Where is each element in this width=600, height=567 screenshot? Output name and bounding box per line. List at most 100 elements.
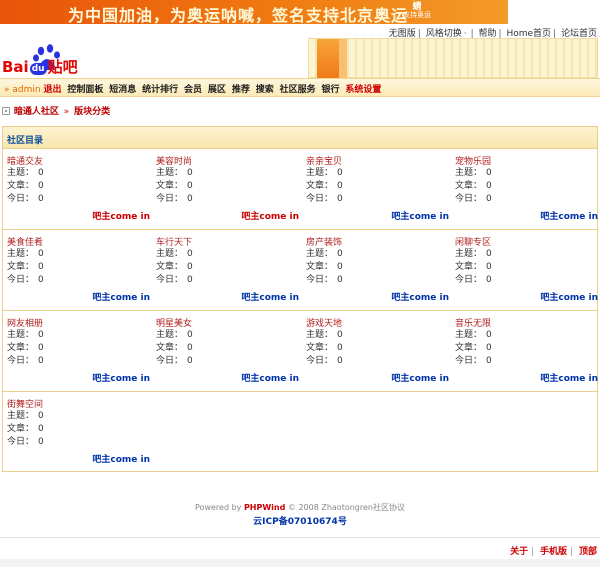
- articles-label: 文章：: [306, 262, 334, 272]
- topics-label: 主题：: [306, 330, 334, 340]
- forum-name-link[interactable]: 明星美女: [156, 316, 306, 329]
- menu-gallery[interactable]: 展区: [208, 85, 226, 95]
- topics-label: 主题：: [156, 168, 184, 178]
- forum-name-link[interactable]: 网友相册: [7, 316, 157, 329]
- menu-control-panel[interactable]: 控制面板: [67, 85, 103, 95]
- forum-cell: 车行天下 主题： 0 文章： 0 今日： 0 吧主come in: [156, 235, 306, 311]
- articles-value: 0: [187, 262, 193, 272]
- topics-label: 主题：: [306, 249, 334, 259]
- forum-today: 今日： 0: [455, 355, 600, 368]
- forum-cell: 美容时尚 主题： 0 文章： 0 今日： 0 吧主come in: [156, 154, 306, 230]
- menu-messages[interactable]: 短消息: [109, 85, 136, 95]
- topics-value: 0: [38, 168, 44, 178]
- master-come-in-link[interactable]: 吧主come in: [241, 371, 299, 384]
- today-value: 0: [187, 356, 193, 366]
- footer-mobile-link[interactable]: 手机版: [540, 547, 567, 557]
- articles-label: 文章：: [7, 262, 35, 272]
- forum-articles: 文章： 0: [7, 423, 157, 436]
- forum-topics: 主题： 0: [156, 167, 306, 180]
- powered-brand-link[interactable]: PHPWind: [244, 503, 285, 512]
- today-value: 0: [38, 275, 44, 285]
- forum-name-link[interactable]: 美容时尚: [156, 154, 306, 167]
- today-value: 0: [486, 356, 492, 366]
- topics-value: 0: [486, 168, 492, 178]
- articles-label: 文章：: [455, 343, 483, 353]
- forum-cell: 房产装饰 主题： 0 文章： 0 今日： 0 吧主come in: [306, 235, 456, 311]
- today-value: 0: [38, 194, 44, 204]
- forum-today: 今日： 0: [306, 355, 456, 368]
- today-label: 今日：: [156, 275, 184, 285]
- master-come-in-link[interactable]: 吧主come in: [391, 209, 449, 222]
- today-label: 今日：: [306, 275, 334, 285]
- breadcrumb-site[interactable]: 暗通人社区: [14, 107, 59, 117]
- forum-cell: 美食佳肴 主题： 0 文章： 0 今日： 0 吧主come in: [7, 235, 157, 311]
- articles-value: 0: [38, 424, 44, 434]
- forum-name-link[interactable]: 街舞空间: [7, 397, 157, 410]
- master-come-in-link[interactable]: 吧主come in: [92, 452, 150, 465]
- master-come-in-link[interactable]: 吧主come in: [540, 290, 598, 303]
- articles-label: 文章：: [7, 343, 35, 353]
- menu-search[interactable]: 搜索: [256, 85, 274, 95]
- today-label: 今日：: [306, 356, 334, 366]
- master-come-in-link[interactable]: 吧主come in: [92, 209, 150, 222]
- master-come-in-link[interactable]: 吧主come in: [241, 209, 299, 222]
- menu-bank[interactable]: 银行: [321, 85, 339, 95]
- logout-link[interactable]: 退出: [43, 85, 61, 95]
- today-label: 今日：: [455, 194, 483, 204]
- powered-suffix[interactable]: © 2008 Zhaotongren社区协议: [288, 503, 405, 512]
- today-label: 今日：: [156, 194, 184, 204]
- main-menu-bar: » admin 退出 控制面板 短消息 统计排行 会员 展区 推荐 搜索 社区服…: [0, 78, 600, 97]
- menu-system-settings[interactable]: 系统设置: [345, 85, 381, 95]
- master-come-in-link[interactable]: 吧主come in: [540, 371, 598, 384]
- forum-topics: 主题： 0: [306, 167, 456, 180]
- master-come-in-link[interactable]: 吧主come in: [241, 290, 299, 303]
- topics-value: 0: [38, 249, 44, 259]
- topics-value: 0: [38, 411, 44, 421]
- menu-recommend[interactable]: 推荐: [232, 85, 250, 95]
- articles-label: 文章：: [7, 181, 35, 191]
- forum-name-link[interactable]: 房产装饰: [306, 235, 456, 248]
- forum-name-link[interactable]: 闲聊专区: [455, 235, 600, 248]
- forum-name-link[interactable]: 宠物乐园: [455, 154, 600, 167]
- footer-about-link[interactable]: 关于: [510, 547, 528, 557]
- articles-label: 文章：: [306, 181, 334, 191]
- community-directory: 社区目录 暗通交友 主题： 0 文章： 0 今日： 0 吧主come in 美容时尚 主题： 0 文章…: [2, 126, 598, 472]
- articles-value: 0: [38, 181, 44, 191]
- master-come-in-link[interactable]: 吧主come in: [92, 371, 150, 384]
- forum-articles: 文章： 0: [306, 342, 456, 355]
- master-come-in-link[interactable]: 吧主come in: [391, 371, 449, 384]
- forum-articles: 文章： 0: [455, 342, 600, 355]
- forum-cell: 宠物乐园 主题： 0 文章： 0 今日： 0 吧主come in: [455, 154, 600, 230]
- forum-name-link[interactable]: 美食佳肴: [7, 235, 157, 248]
- forum-today: 今日： 0: [7, 355, 157, 368]
- forum-topics: 主题： 0: [156, 329, 306, 342]
- olympic-banner[interactable]: 为中国加油，为奥运呐喊，签名支持北京奥运 蜻 支持奥运: [0, 0, 508, 25]
- menu-stats[interactable]: 统计排行: [142, 85, 178, 95]
- menu-members[interactable]: 会员: [184, 85, 202, 95]
- topics-label: 主题：: [455, 168, 483, 178]
- footer-top-link[interactable]: 顶部: [579, 547, 597, 557]
- master-come-in-link[interactable]: 吧主come in: [391, 290, 449, 303]
- forum-today: 今日： 0: [156, 193, 306, 206]
- master-come-in-link[interactable]: 吧主come in: [92, 290, 150, 303]
- topics-value: 0: [337, 168, 343, 178]
- today-label: 今日：: [7, 437, 35, 447]
- forum-name-link[interactable]: 亲亲宝贝: [306, 154, 456, 167]
- forum-name-link[interactable]: 暗通交友: [7, 154, 157, 167]
- forum-articles: 文章： 0: [156, 180, 306, 193]
- breadcrumb: 暗通人社区 » 版块分类: [2, 104, 110, 117]
- username[interactable]: admin: [12, 85, 40, 95]
- baidu-tieba-logo[interactable]: Bai du 贴吧: [2, 44, 92, 76]
- topics-value: 0: [486, 249, 492, 259]
- forum-name-link[interactable]: 游戏天地: [306, 316, 456, 329]
- master-come-in-link[interactable]: 吧主come in: [540, 209, 598, 222]
- forum-name-link[interactable]: 音乐无限: [455, 316, 600, 329]
- articles-value: 0: [486, 343, 492, 353]
- topics-value: 0: [337, 249, 343, 259]
- menu-community-service[interactable]: 社区服务: [280, 85, 316, 95]
- forum-name-link[interactable]: 车行天下: [156, 235, 306, 248]
- today-value: 0: [187, 194, 193, 204]
- icp-license[interactable]: 云ICP备07010674号: [0, 514, 600, 527]
- forum-today: 今日： 0: [7, 193, 157, 206]
- today-value: 0: [337, 275, 343, 285]
